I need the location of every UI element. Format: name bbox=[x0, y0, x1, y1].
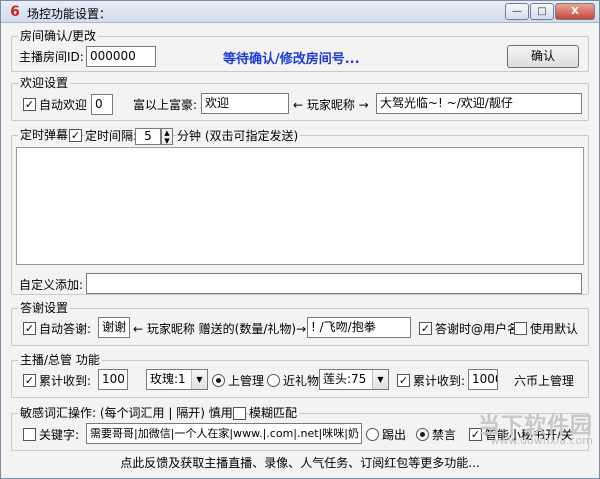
custom-add-input[interactable] bbox=[86, 273, 582, 294]
kick-radio[interactable] bbox=[366, 428, 379, 441]
gift-type-select[interactable]: 玫瑰:1 ▼ bbox=[146, 369, 208, 390]
accum-coin-label: 累计收到: bbox=[413, 374, 466, 388]
at-user-checkbox[interactable]: ✓ bbox=[419, 322, 432, 335]
kick-label: 踢出 bbox=[382, 428, 407, 442]
timer-interval-label: 定时间隔: bbox=[85, 128, 140, 144]
close-icon[interactable]: X bbox=[555, 3, 595, 20]
timer-minutes-hint: 分钟 (双击可指定发送) bbox=[177, 128, 301, 144]
near-gift-radio[interactable] bbox=[267, 374, 280, 387]
timer-enabled-checkbox[interactable]: ✓ bbox=[69, 129, 82, 142]
timer-message-list[interactable] bbox=[16, 147, 584, 265]
accum-coin-checkbox[interactable]: ✓ bbox=[397, 374, 410, 387]
auto-welcome-label: 自动欢迎 bbox=[39, 98, 88, 112]
chevron-down-icon[interactable]: ▼ bbox=[191, 370, 207, 389]
thanks-middle-label: ← 玩家昵称 赠送的(数量/礼物)→ bbox=[133, 322, 307, 336]
room-group-title: 房间确认/更改 bbox=[18, 28, 99, 44]
interval-spinner-icon[interactable]: ▲ ▼ bbox=[161, 128, 173, 145]
accum-gift-label: 累计收到: bbox=[39, 374, 92, 388]
auto-thanks-label: 自动答谢: bbox=[39, 322, 92, 336]
welcome-nickname-label: ← 玩家昵称 → bbox=[293, 98, 369, 112]
watermark-url: www.downxia.com bbox=[490, 434, 593, 447]
footer-feedback-link[interactable]: 点此反馈及获取主播直播、录像、人气任务、订阅红包等更多功能... bbox=[1, 454, 599, 471]
accum-gift-input[interactable]: 100 bbox=[98, 369, 128, 390]
chevron-down-icon[interactable]: ▼ bbox=[372, 370, 388, 389]
mute-label: 禁言 bbox=[432, 428, 457, 442]
minimize-icon[interactable]: — bbox=[505, 3, 529, 20]
timer-group-title: 定时弹幕 bbox=[18, 127, 71, 143]
fuzzy-match-label: 模糊匹配 bbox=[249, 405, 300, 421]
sensitive-group-title: 敏感词汇操作: (每个词汇用 | 隔开) 慎用 bbox=[18, 405, 235, 421]
use-default-label: 使用默认 bbox=[530, 322, 579, 336]
at-user-label: 答谢时@用户名 bbox=[435, 322, 520, 336]
thanks-prefix-input[interactable]: 谢谢 bbox=[98, 317, 130, 338]
use-default-checkbox[interactable] bbox=[514, 322, 527, 335]
thanks-group-title: 答谢设置 bbox=[18, 300, 71, 316]
fuzzy-match-checkbox[interactable] bbox=[233, 407, 246, 420]
settings-window: 6 场控功能设置： — □ X 房间确认/更改 主播房间ID: 000000 等… bbox=[0, 0, 600, 479]
accum-coin-input[interactable]: 1000 bbox=[468, 369, 498, 390]
title-bar[interactable]: 6 场控功能设置： — □ X bbox=[1, 1, 599, 23]
watermark: 当下软件园 www.downxia.com bbox=[477, 414, 593, 448]
auto-welcome-checkbox[interactable]: ✓ bbox=[23, 98, 36, 111]
welcome-count-input[interactable]: 0 bbox=[91, 94, 113, 115]
keyword-input[interactable]: 需要哥哥|加微信|一个人在家|www.|.com|.net|咪咪|奶 bbox=[86, 423, 362, 444]
timer-interval-input[interactable]: 5 bbox=[135, 128, 161, 145]
window-title: 场控功能设置： bbox=[27, 7, 112, 21]
upper-admin-radio[interactable] bbox=[212, 374, 225, 387]
thanks-suffix-input[interactable]: ! /飞吻/抱拳 bbox=[307, 317, 411, 338]
watermark-brand: 当下软件园 bbox=[477, 414, 593, 439]
fan-level-select[interactable]: 莲头:75 ▼ bbox=[319, 369, 389, 390]
maximize-icon[interactable]: □ bbox=[530, 3, 554, 20]
welcome-prefix-input[interactable]: 欢迎 bbox=[201, 93, 289, 114]
welcome-suffix-input[interactable]: 大驾光临~! ~/欢迎/靓仔 bbox=[376, 93, 582, 114]
coin-admin-label: 六币上管理 bbox=[514, 374, 575, 388]
near-gift-label: 近礼物 bbox=[283, 374, 320, 388]
admin-group-title: 主播/总管 功能 bbox=[18, 352, 102, 368]
vip-threshold-label: 富以上富豪: bbox=[133, 98, 198, 112]
accum-gift-checkbox[interactable]: ✓ bbox=[23, 374, 36, 387]
custom-add-label: 自定义添加: bbox=[19, 278, 84, 292]
sensitive-group-text: 敏感词汇操作: (每个词汇用 | 隔开) 慎用 bbox=[20, 406, 233, 420]
app-logo-icon: 6 bbox=[10, 4, 20, 20]
room-id-input[interactable]: 000000 bbox=[86, 46, 156, 67]
confirm-room-button[interactable]: 确认 bbox=[507, 45, 579, 68]
room-status-text: 等待确认/修改房间号... bbox=[223, 52, 360, 67]
room-id-label: 主播房间ID: bbox=[19, 50, 84, 64]
welcome-group-title: 欢迎设置 bbox=[18, 75, 71, 91]
keyword-checkbox[interactable] bbox=[23, 428, 36, 441]
mute-radio[interactable] bbox=[416, 428, 429, 441]
auto-thanks-checkbox[interactable]: ✓ bbox=[23, 322, 36, 335]
keyword-label: 关键字: bbox=[39, 428, 80, 442]
gift-type-value: 玫瑰:1 bbox=[150, 372, 186, 386]
fan-level-value: 莲头:75 bbox=[323, 372, 367, 386]
upper-admin-label: 上管理 bbox=[228, 374, 265, 388]
